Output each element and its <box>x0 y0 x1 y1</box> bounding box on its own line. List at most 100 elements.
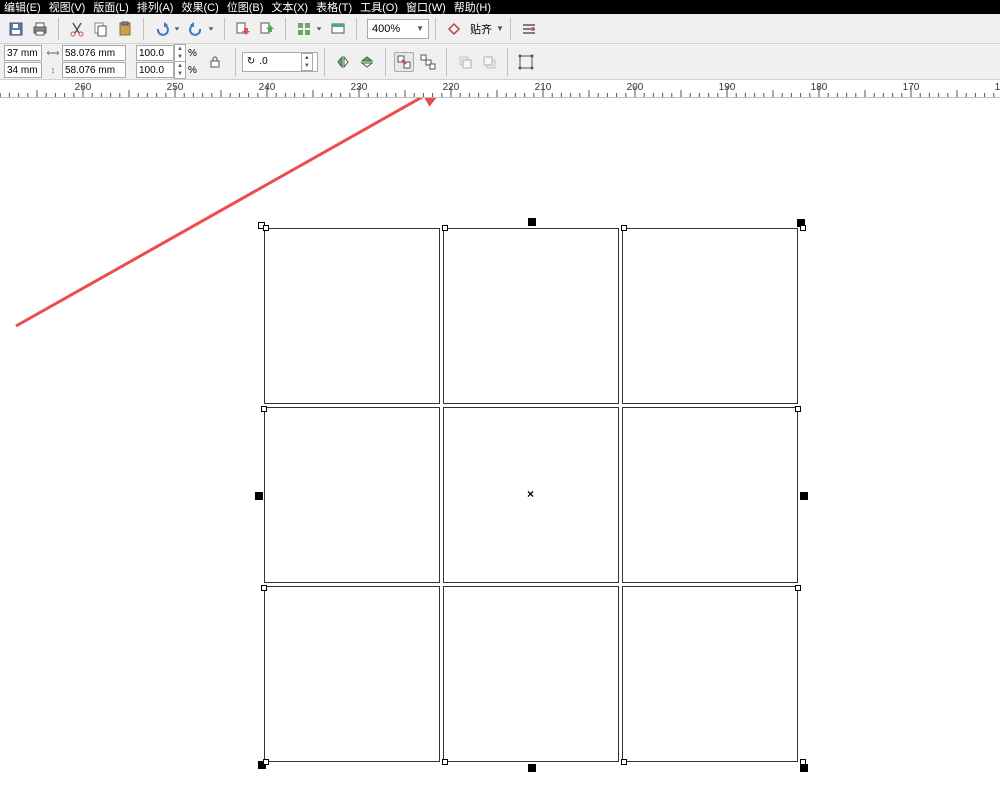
options-button[interactable] <box>519 19 539 39</box>
scale-y-input[interactable]: 100.0 <box>136 62 174 78</box>
zoom-value: 400% <box>372 23 400 35</box>
position-inputs: 37 mm 34 mm <box>4 45 42 79</box>
property-bar: 37 mm 34 mm ⟷ 58.076 mm ↕ 58.076 mm 100.… <box>0 44 1000 80</box>
node-handle[interactable] <box>263 225 269 231</box>
angle-spinner[interactable]: ▲▼ <box>301 53 313 71</box>
menu-tools[interactable]: 工具(O) <box>360 0 398 15</box>
percent-label: % <box>188 65 197 76</box>
grid-rectangle[interactable] <box>264 228 440 404</box>
separator <box>446 48 447 76</box>
mirror-horizontal-button[interactable] <box>333 52 353 72</box>
ruler-label: 260 <box>75 82 92 93</box>
to-front-button[interactable] <box>455 52 475 72</box>
ruler-label: 160 <box>995 82 1000 93</box>
selection-handle[interactable] <box>800 492 808 500</box>
horizontal-ruler[interactable]: 260250240230220210200190180170160 <box>0 80 1000 98</box>
separator <box>356 18 357 40</box>
height-input[interactable]: 58.076 mm <box>62 62 126 78</box>
node-handle[interactable] <box>261 406 267 412</box>
node-handle[interactable] <box>442 759 448 765</box>
separator <box>224 18 225 40</box>
ruler-label: 190 <box>719 82 736 93</box>
convert-to-curves-button[interactable] <box>516 52 536 72</box>
menu-window[interactable]: 窗口(W) <box>406 0 446 15</box>
menu-arrange[interactable]: 排列(A) <box>137 0 174 15</box>
menu-bitmap[interactable]: 位图(B) <box>227 0 264 15</box>
menu-text[interactable]: 文本(X) <box>271 0 308 15</box>
grid-rectangle[interactable] <box>443 586 619 762</box>
menu-view[interactable]: 视图(V) <box>49 0 86 15</box>
export-button[interactable] <box>257 19 277 39</box>
snap-label[interactable]: 贴齐 <box>470 21 492 37</box>
ungroup-all-button[interactable] <box>418 52 438 72</box>
node-handle[interactable] <box>442 225 448 231</box>
selection-handle[interactable] <box>255 492 263 500</box>
print-button[interactable] <box>30 19 50 39</box>
grid-rectangle[interactable] <box>622 228 798 404</box>
app-launcher-dropdown[interactable] <box>314 19 324 39</box>
rotate-icon: ↻ <box>247 56 255 67</box>
to-back-button[interactable] <box>479 52 499 72</box>
selection-handle[interactable] <box>800 764 808 772</box>
grid-rectangle[interactable] <box>264 407 440 583</box>
node-handle[interactable] <box>795 585 801 591</box>
lock-ratio-button[interactable] <box>207 54 223 70</box>
menu-layout[interactable]: 版面(L) <box>93 0 128 15</box>
selection-handle[interactable] <box>528 764 536 772</box>
separator <box>285 18 286 40</box>
selection-handle[interactable] <box>528 218 536 226</box>
zoom-level-input[interactable]: 400% ▼ <box>367 19 429 39</box>
separator <box>58 18 59 40</box>
scale-x-spinner[interactable]: ▲▼ <box>174 44 186 62</box>
grid-rectangle[interactable] <box>443 228 619 404</box>
grid-rectangle[interactable] <box>622 407 798 583</box>
ruler-label: 230 <box>351 82 368 93</box>
node-handle[interactable] <box>261 585 267 591</box>
ruler-label: 210 <box>535 82 552 93</box>
node-handle[interactable] <box>800 225 806 231</box>
node-handle[interactable] <box>621 759 627 765</box>
node-handle[interactable] <box>263 759 269 765</box>
rotation-input[interactable]: ↻ .0 ▲▼ <box>242 52 318 72</box>
cut-button[interactable] <box>67 19 87 39</box>
ruler-label: 250 <box>167 82 184 93</box>
menu-effects[interactable]: 效果(C) <box>181 0 218 15</box>
grid-rectangle[interactable] <box>622 586 798 762</box>
redo-dropdown[interactable] <box>206 19 216 39</box>
width-icon: ⟷ <box>46 46 60 60</box>
save-button[interactable] <box>6 19 26 39</box>
x-position-input[interactable]: 37 mm <box>4 45 42 61</box>
percent-label: % <box>188 48 197 59</box>
ungroup-button[interactable] <box>394 52 414 72</box>
menu-edit[interactable]: 编辑(E) <box>4 0 41 15</box>
undo-dropdown[interactable] <box>172 19 182 39</box>
copy-button[interactable] <box>91 19 111 39</box>
node-handle[interactable] <box>800 759 806 765</box>
undo-button[interactable] <box>152 19 172 39</box>
welcome-screen-button[interactable] <box>328 19 348 39</box>
ruler-label: 180 <box>811 82 828 93</box>
selection-center-marker[interactable]: × <box>527 487 534 501</box>
paste-button[interactable] <box>115 19 135 39</box>
grid-rectangle[interactable] <box>264 586 440 762</box>
mirror-vertical-button[interactable] <box>357 52 377 72</box>
scale-y-spinner[interactable]: ▲▼ <box>174 61 186 79</box>
width-input[interactable]: 58.076 mm <box>62 45 126 61</box>
menu-table[interactable]: 表格(T) <box>316 0 352 15</box>
node-handle[interactable] <box>795 406 801 412</box>
snap-button[interactable] <box>444 19 464 39</box>
y-position-input[interactable]: 34 mm <box>4 62 42 78</box>
menu-help[interactable]: 帮助(H) <box>454 0 491 15</box>
app-launcher-button[interactable] <box>294 19 314 39</box>
node-handle[interactable] <box>621 225 627 231</box>
standard-toolbar: 400% ▼ 贴齐 ▼ <box>0 14 1000 44</box>
size-inputs: ⟷ 58.076 mm ↕ 58.076 mm <box>46 45 126 79</box>
separator <box>143 18 144 40</box>
chevron-down-icon[interactable]: ▼ <box>496 24 504 33</box>
ruler-label: 170 <box>903 82 920 93</box>
scale-x-input[interactable]: 100.0 <box>136 45 174 61</box>
redo-button[interactable] <box>186 19 206 39</box>
import-button[interactable] <box>233 19 253 39</box>
ruler-label: 240 <box>259 82 276 93</box>
canvas-area[interactable]: × <box>0 98 1000 792</box>
